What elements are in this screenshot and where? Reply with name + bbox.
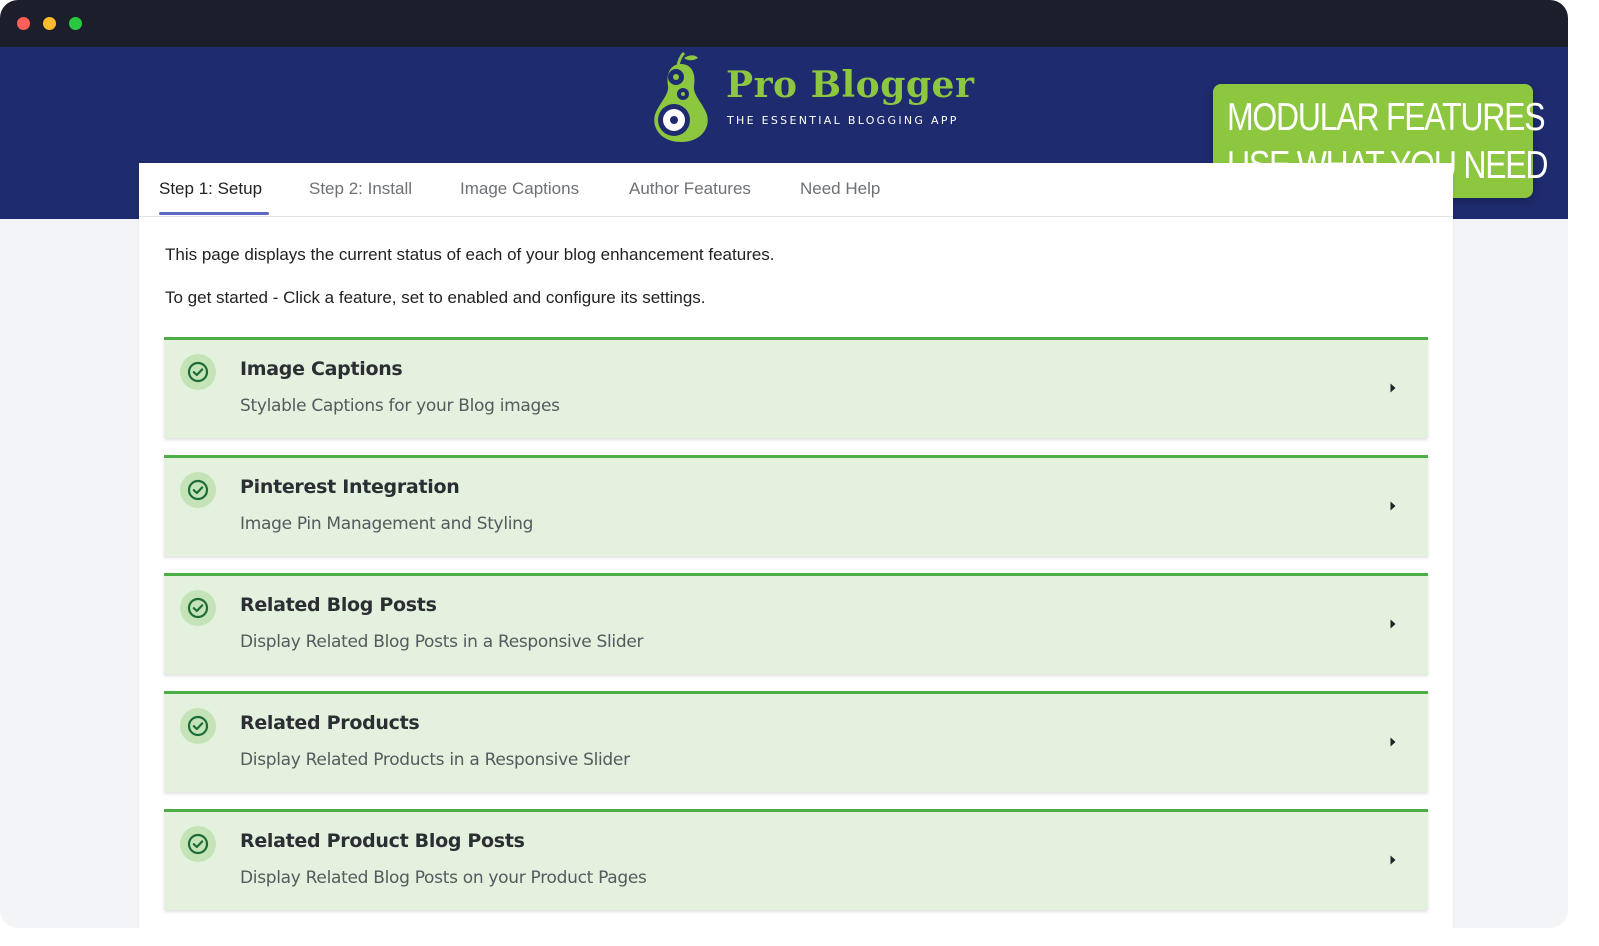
minimize-window-button[interactable]: [43, 17, 56, 30]
tab-step-2-install[interactable]: Step 2: Install: [309, 179, 412, 199]
zoom-window-button[interactable]: [69, 17, 82, 30]
feature-title: Pinterest Integration: [240, 476, 460, 498]
check-circle-icon: [180, 826, 216, 862]
caret-right-icon[interactable]: [1389, 382, 1397, 394]
window-titlebar: [0, 0, 1568, 47]
promo-line-1: MODULAR FEATURES: [1227, 96, 1546, 139]
tab-author-features[interactable]: Author Features: [629, 179, 751, 199]
feature-title: Related Blog Posts: [240, 594, 437, 616]
intro-text-2: To get started - Click a feature, set to…: [165, 288, 706, 307]
close-window-button[interactable]: [17, 17, 30, 30]
feature-description: Display Related Blog Posts on your Produ…: [240, 868, 647, 888]
feature-description: Stylable Captions for your Blog images: [240, 396, 560, 416]
active-tab-indicator: [159, 212, 269, 215]
browser-window: Pro Blogger THE ESSENTIAL BLOGGING APP M…: [0, 0, 1568, 928]
feature-title: Image Captions: [240, 358, 403, 380]
check-circle-icon: [180, 354, 216, 390]
feature-row-related-products[interactable]: Related Products Display Related Product…: [164, 691, 1428, 792]
check-circle-icon: [180, 472, 216, 508]
feature-row-related-blog-posts[interactable]: Related Blog Posts Display Related Blog …: [164, 573, 1428, 674]
brand-name: Pro Blogger: [726, 64, 975, 106]
tab-image-captions[interactable]: Image Captions: [460, 179, 579, 199]
caret-right-icon[interactable]: [1389, 736, 1397, 748]
feature-row-pinterest-integration[interactable]: Pinterest Integration Image Pin Manageme…: [164, 455, 1428, 556]
caret-right-icon[interactable]: [1389, 500, 1397, 512]
feature-title: Related Product Blog Posts: [240, 830, 525, 852]
feature-description: Display Related Products in a Responsive…: [240, 750, 630, 770]
pear-gears-logo: [654, 52, 708, 142]
check-circle-icon: [180, 590, 216, 626]
tab-need-help[interactable]: Need Help: [800, 179, 880, 199]
feature-row-image-captions[interactable]: Image Captions Stylable Captions for you…: [164, 337, 1428, 438]
feature-description: Image Pin Management and Styling: [240, 514, 534, 534]
check-circle-icon: [180, 708, 216, 744]
main-card: Step 1: Setup Step 2: Install Image Capt…: [139, 163, 1453, 928]
feature-row-related-product-blog-posts[interactable]: Related Product Blog Posts Display Relat…: [164, 809, 1428, 910]
caret-right-icon[interactable]: [1389, 618, 1397, 630]
tab-step-1-setup[interactable]: Step 1: Setup: [159, 179, 262, 199]
tab-bar: Step 1: Setup Step 2: Install Image Capt…: [139, 163, 1453, 217]
brand-tagline: THE ESSENTIAL BLOGGING APP: [727, 114, 959, 127]
feature-title: Related Products: [240, 712, 420, 734]
intro-text-1: This page displays the current status of…: [165, 245, 775, 264]
feature-description: Display Related Blog Posts in a Responsi…: [240, 632, 644, 652]
caret-right-icon[interactable]: [1389, 854, 1397, 866]
